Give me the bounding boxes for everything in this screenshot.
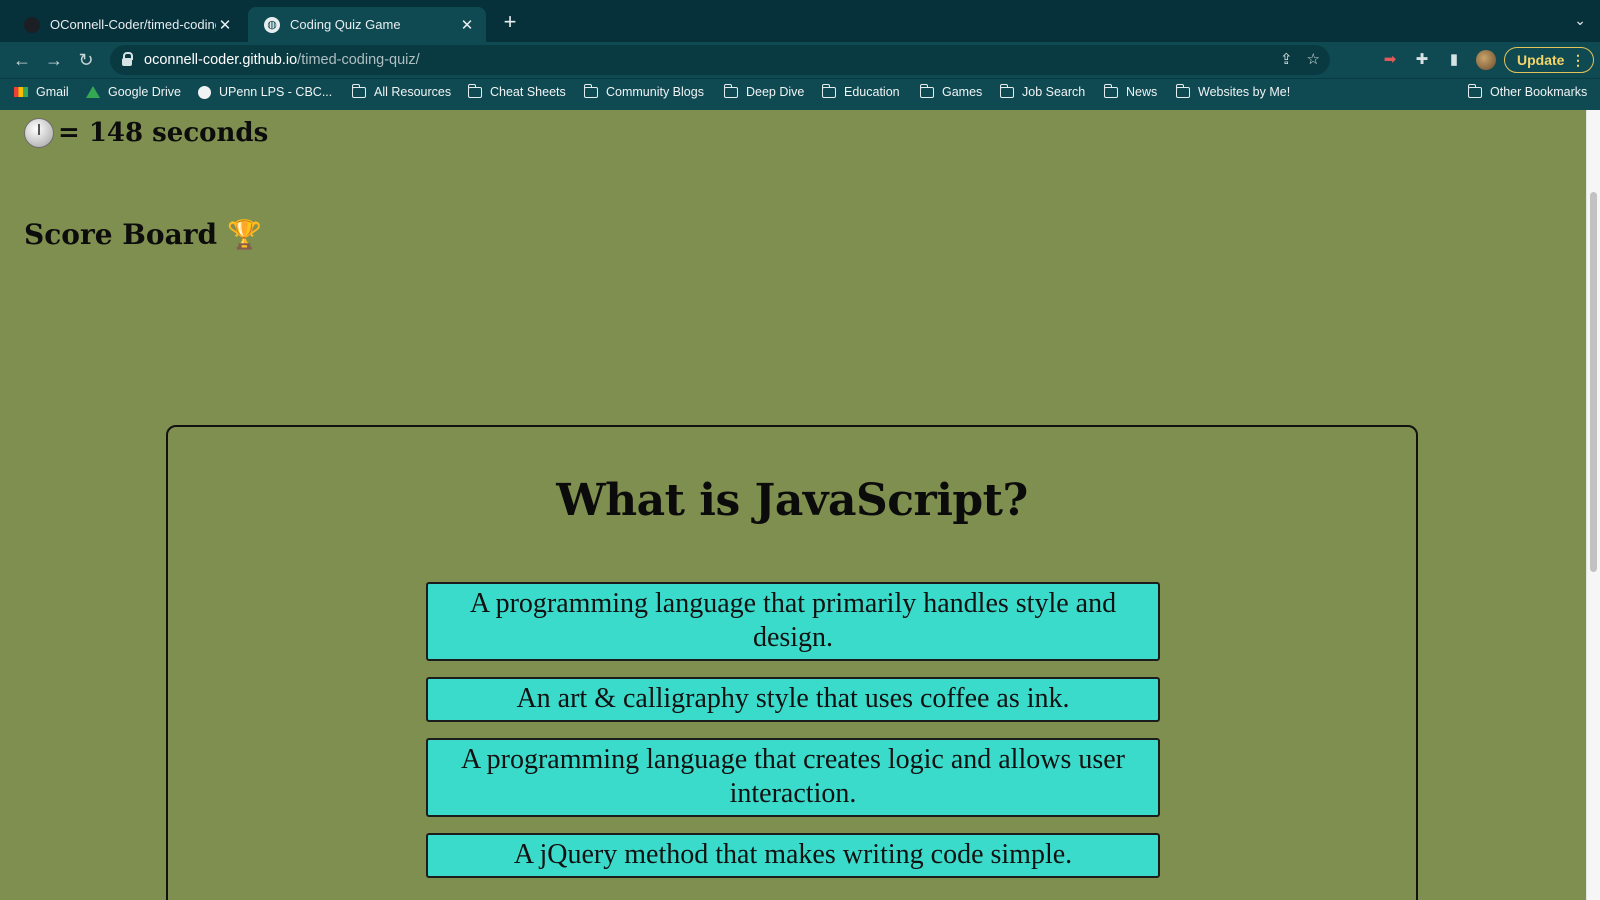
bookmark-websites-by-me[interactable]: Websites by Me! <box>1175 83 1290 99</box>
tab-coding-quiz[interactable]: ◍ Coding Quiz Game ✕ <box>248 7 486 42</box>
folder-icon <box>467 83 482 98</box>
update-button[interactable]: Update ⋮ <box>1504 47 1594 73</box>
new-tab-button[interactable]: + <box>498 10 522 34</box>
bookmark-games[interactable]: Games <box>919 83 982 99</box>
quiz-page: = 148 seconds Score Board 🏆 What is Java… <box>0 110 1586 900</box>
folder-icon <box>723 83 738 98</box>
answer-button[interactable]: An art & calligraphy style that uses cof… <box>426 677 1160 722</box>
tab-title: OConnell-Coder/timed-coding-quiz <box>50 17 216 32</box>
folder-icon <box>583 83 598 98</box>
tab-github-repo[interactable]: OConnell-Coder/timed-coding-quiz ✕ <box>8 7 244 42</box>
bookmark-community-blogs[interactable]: Community Blogs <box>583 83 704 99</box>
quiz-card: What is JavaScript? A programming langua… <box>166 425 1418 900</box>
bookmark-education[interactable]: Education <box>821 83 900 99</box>
reload-icon[interactable]: ↻ <box>74 48 98 72</box>
more-icon: ⋮ <box>1571 52 1585 68</box>
timer: = 148 seconds <box>24 118 268 148</box>
scrollbar-thumb[interactable] <box>1590 192 1597 572</box>
extension-icon[interactable]: ➡ <box>1380 50 1400 70</box>
answer-button[interactable]: A programming language that creates logi… <box>426 738 1160 817</box>
timer-text: = 148 seconds <box>58 118 269 148</box>
puzzle-icon[interactable]: ✚ <box>1412 50 1432 70</box>
share-icon[interactable]: ⇪ <box>1280 50 1293 68</box>
bookmark-other-bookmarks[interactable]: Other Bookmarks <box>1467 83 1587 99</box>
url-text: oconnell-coder.github.io/timed-coding-qu… <box>144 52 420 68</box>
page-scrollbar[interactable] <box>1586 110 1600 900</box>
score-board-label: Score Board <box>24 218 218 251</box>
back-arrow-icon[interactable]: ← <box>10 48 34 72</box>
bookmark-google-drive[interactable]: Google Drive <box>86 85 181 99</box>
avatar[interactable] <box>1476 50 1496 70</box>
bookmark-cheat-sheets[interactable]: Cheat Sheets <box>467 83 566 99</box>
bookmark-job-search[interactable]: Job Search <box>999 83 1085 99</box>
close-icon[interactable]: ✕ <box>216 16 234 34</box>
bookmark-deep-dive[interactable]: Deep Dive <box>723 83 804 99</box>
folder-icon <box>999 83 1014 98</box>
answer-button[interactable]: A jQuery method that makes writing code … <box>426 833 1160 878</box>
folder-icon <box>1103 83 1118 98</box>
github-icon <box>24 16 40 33</box>
tab-strip: OConnell-Coder/timed-coding-quiz ✕ ◍ Cod… <box>0 0 1600 42</box>
google-drive-icon <box>86 86 100 98</box>
sidebar-icon[interactable]: ▮ <box>1444 50 1464 70</box>
browser-toolbar: ← → ↻ oconnell-coder.github.io/timed-cod… <box>0 42 1600 78</box>
folder-icon <box>1175 83 1190 98</box>
address-bar[interactable]: oconnell-coder.github.io/timed-coding-qu… <box>110 45 1330 75</box>
forward-arrow-icon[interactable]: → <box>42 48 66 72</box>
answer-button[interactable]: A programming language that primarily ha… <box>426 582 1160 661</box>
folder-icon <box>821 83 836 98</box>
folder-icon <box>1467 83 1482 98</box>
globe-icon <box>198 85 211 99</box>
bookmark-gmail[interactable]: Gmail <box>14 85 69 99</box>
question-text: What is JavaScript? <box>556 475 1028 526</box>
bookmark-all-resources[interactable]: All Resources <box>351 83 451 99</box>
bookmark-upenn[interactable]: UPenn LPS - CBC... <box>198 85 332 99</box>
stopwatch-icon <box>24 118 54 148</box>
close-icon[interactable]: ✕ <box>458 16 476 34</box>
bookmarks-bar: Gmail Google Drive UPenn LPS - CBC... Al… <box>0 78 1600 110</box>
lock-icon <box>122 52 133 66</box>
star-icon[interactable]: ☆ <box>1307 50 1320 68</box>
folder-icon <box>351 83 366 98</box>
bookmark-news[interactable]: News <box>1103 83 1157 99</box>
trophy-icon: 🏆 <box>227 218 262 251</box>
gmail-icon <box>14 87 28 97</box>
tab-title: Coding Quiz Game <box>290 17 401 32</box>
answer-list: A programming language that primarily ha… <box>426 582 1160 894</box>
score-board-link[interactable]: Score Board 🏆 <box>24 218 262 251</box>
globe-icon: ◍ <box>264 16 280 33</box>
chevron-down-icon[interactable]: ⌄ <box>1574 12 1586 29</box>
folder-icon <box>919 83 934 98</box>
